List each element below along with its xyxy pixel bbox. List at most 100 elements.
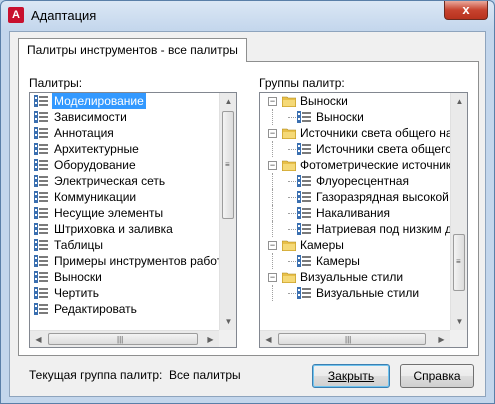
list-item-label: Коммуникации [54,190,137,204]
window-title: Адаптация [31,8,97,23]
dialog-body: Палитры инструментов - все палитры Палит… [9,31,486,397]
list-item[interactable]: Коммуникации [30,189,219,205]
list-item-label: Электрическая сеть [54,174,166,188]
list-item-label: Оборудование [54,158,136,172]
list-item-label: Выноски [54,270,102,284]
collapse-icon[interactable]: − [268,273,277,282]
collapse-icon[interactable]: − [268,161,277,170]
list-item[interactable]: Электрическая сеть [30,173,219,189]
tree-group[interactable]: − Визуальные стили [260,269,450,285]
tab-panel: Палитры: Моделирование Зависимости Аннотац… [18,61,479,382]
list-item-label: Несущие элементы [54,206,164,220]
collapse-icon[interactable]: − [268,129,277,138]
tree-item-label: Источники света общего н [316,142,450,156]
tree-palette[interactable]: Газоразрядная высокой и [260,189,450,205]
tree-item-label: Натриевая под низким да [316,222,450,236]
collapse-icon[interactable]: − [268,97,277,106]
list-item-label: Таблицы [54,238,104,252]
tab-all-palettes[interactable]: Палитры инструментов - все палитры [18,38,247,62]
scroll-thumb[interactable]: ≡ [222,111,234,219]
tree-item-label: Флуоресцентная [316,174,409,188]
palette-icon [33,174,49,188]
palettes-list[interactable]: Моделирование Зависимости Аннотация Архитек… [29,92,237,348]
groups-vscrollbar[interactable]: ▲ ≡ ▼ [450,93,467,330]
list-item-label: Архитектурные [54,142,139,156]
tree-item-label: Камеры [316,254,360,268]
scroll-thumb[interactable]: ≡ [453,234,465,291]
tree-palette[interactable]: Камеры [260,253,450,269]
palette-icon [296,142,312,156]
tree-item-label: Выноски [316,110,364,124]
list-item[interactable]: Аннотация [30,125,219,141]
scroll-right-arrow[interactable]: ▶ [433,331,450,347]
tree-palette[interactable]: Флуоресцентная [260,173,450,189]
palette-icon [33,286,49,300]
list-item[interactable]: Зависимости [30,109,219,125]
tree-group[interactable]: − Фотометрические источники [260,157,450,173]
help-button[interactable]: Справка [400,364,474,388]
groups-tree-items: − Выноски Выноски − Источники света общего н… [260,93,450,330]
dialog-window: A Адаптация x Палитры инструментов - все… [0,0,495,404]
tree-group[interactable]: − Камеры [260,237,450,253]
palettes-vscrollbar[interactable]: ▲ ≡ ▼ [219,93,236,330]
scroll-left-arrow[interactable]: ◀ [30,331,47,347]
palettes-items: Моделирование Зависимости Аннотация Архитек… [30,93,219,330]
scroll-up-arrow[interactable]: ▲ [451,93,467,110]
tree-palette[interactable]: Накаливания [260,205,450,221]
close-button[interactable]: Закрыть [312,364,390,388]
groups-tree[interactable]: − Выноски Выноски − Источники света общего н… [259,92,468,348]
palette-icon [33,190,49,204]
palette-icon [296,286,312,300]
list-item[interactable]: Выноски [30,269,219,285]
list-item-label: Аннотация [54,126,114,140]
palette-icon [33,110,49,124]
palette-icon [33,126,49,140]
scroll-down-arrow[interactable]: ▼ [451,313,467,330]
tree-item-label: Камеры [300,238,344,252]
list-item[interactable]: Штриховка и заливка [30,221,219,237]
list-item[interactable]: Таблицы [30,237,219,253]
list-item-label: Моделирование [52,93,146,109]
list-item[interactable]: Моделирование [30,93,219,109]
collapse-icon[interactable]: − [268,241,277,250]
scroll-thumb[interactable]: ||| [48,333,198,345]
scroll-left-arrow[interactable]: ◀ [260,331,277,347]
scroll-right-arrow[interactable]: ▶ [202,331,219,347]
close-window-button[interactable]: x [444,1,488,20]
palette-icon [33,238,49,252]
list-item[interactable]: Чертить [30,285,219,301]
tree-palette[interactable]: Визуальные стили [260,285,450,301]
tree-item-label: Накаливания [316,206,390,220]
tree-group[interactable]: − Источники света общего назн [260,125,450,141]
current-group-value: Все палитры [169,368,241,382]
palettes-hscrollbar[interactable]: ◀ ||| ▶ [30,330,219,347]
list-item[interactable]: Архитектурные [30,141,219,157]
tree-palette[interactable]: Выноски [260,109,450,125]
groups-label: Группы палитр: [259,76,345,90]
palette-icon [296,222,312,236]
scroll-thumb[interactable]: ||| [278,333,426,345]
list-item-label: Редактировать [54,302,137,316]
current-group-label: Текущая группа палитр: [29,368,163,382]
groups-hscrollbar[interactable]: ◀ ||| ▶ [260,330,450,347]
tree-palette[interactable]: Натриевая под низким да [260,221,450,237]
tree-palette[interactable]: Источники света общего н [260,141,450,157]
tree-item-label: Источники света общего назн [300,126,450,140]
palette-icon [296,110,312,124]
list-item-label: Штриховка и заливка [54,222,173,236]
list-item[interactable]: Примеры инструментов работы с [30,253,219,269]
title-bar[interactable]: A Адаптация x [1,1,494,31]
folder-icon [281,95,297,108]
tree-item-label: Визуальные стили [300,270,404,284]
folder-icon [281,159,297,172]
list-item[interactable]: Оборудование [30,157,219,173]
palette-icon [33,302,49,316]
list-item-label: Чертить [54,286,100,300]
list-item-label: Примеры инструментов работы с [54,254,219,268]
tree-group[interactable]: − Выноски [260,93,450,109]
list-item[interactable]: Редактировать [30,301,219,317]
scroll-up-arrow[interactable]: ▲ [220,93,236,110]
tree-item-label: Визуальные стили [316,286,420,300]
scroll-down-arrow[interactable]: ▼ [220,313,236,330]
list-item[interactable]: Несущие элементы [30,205,219,221]
